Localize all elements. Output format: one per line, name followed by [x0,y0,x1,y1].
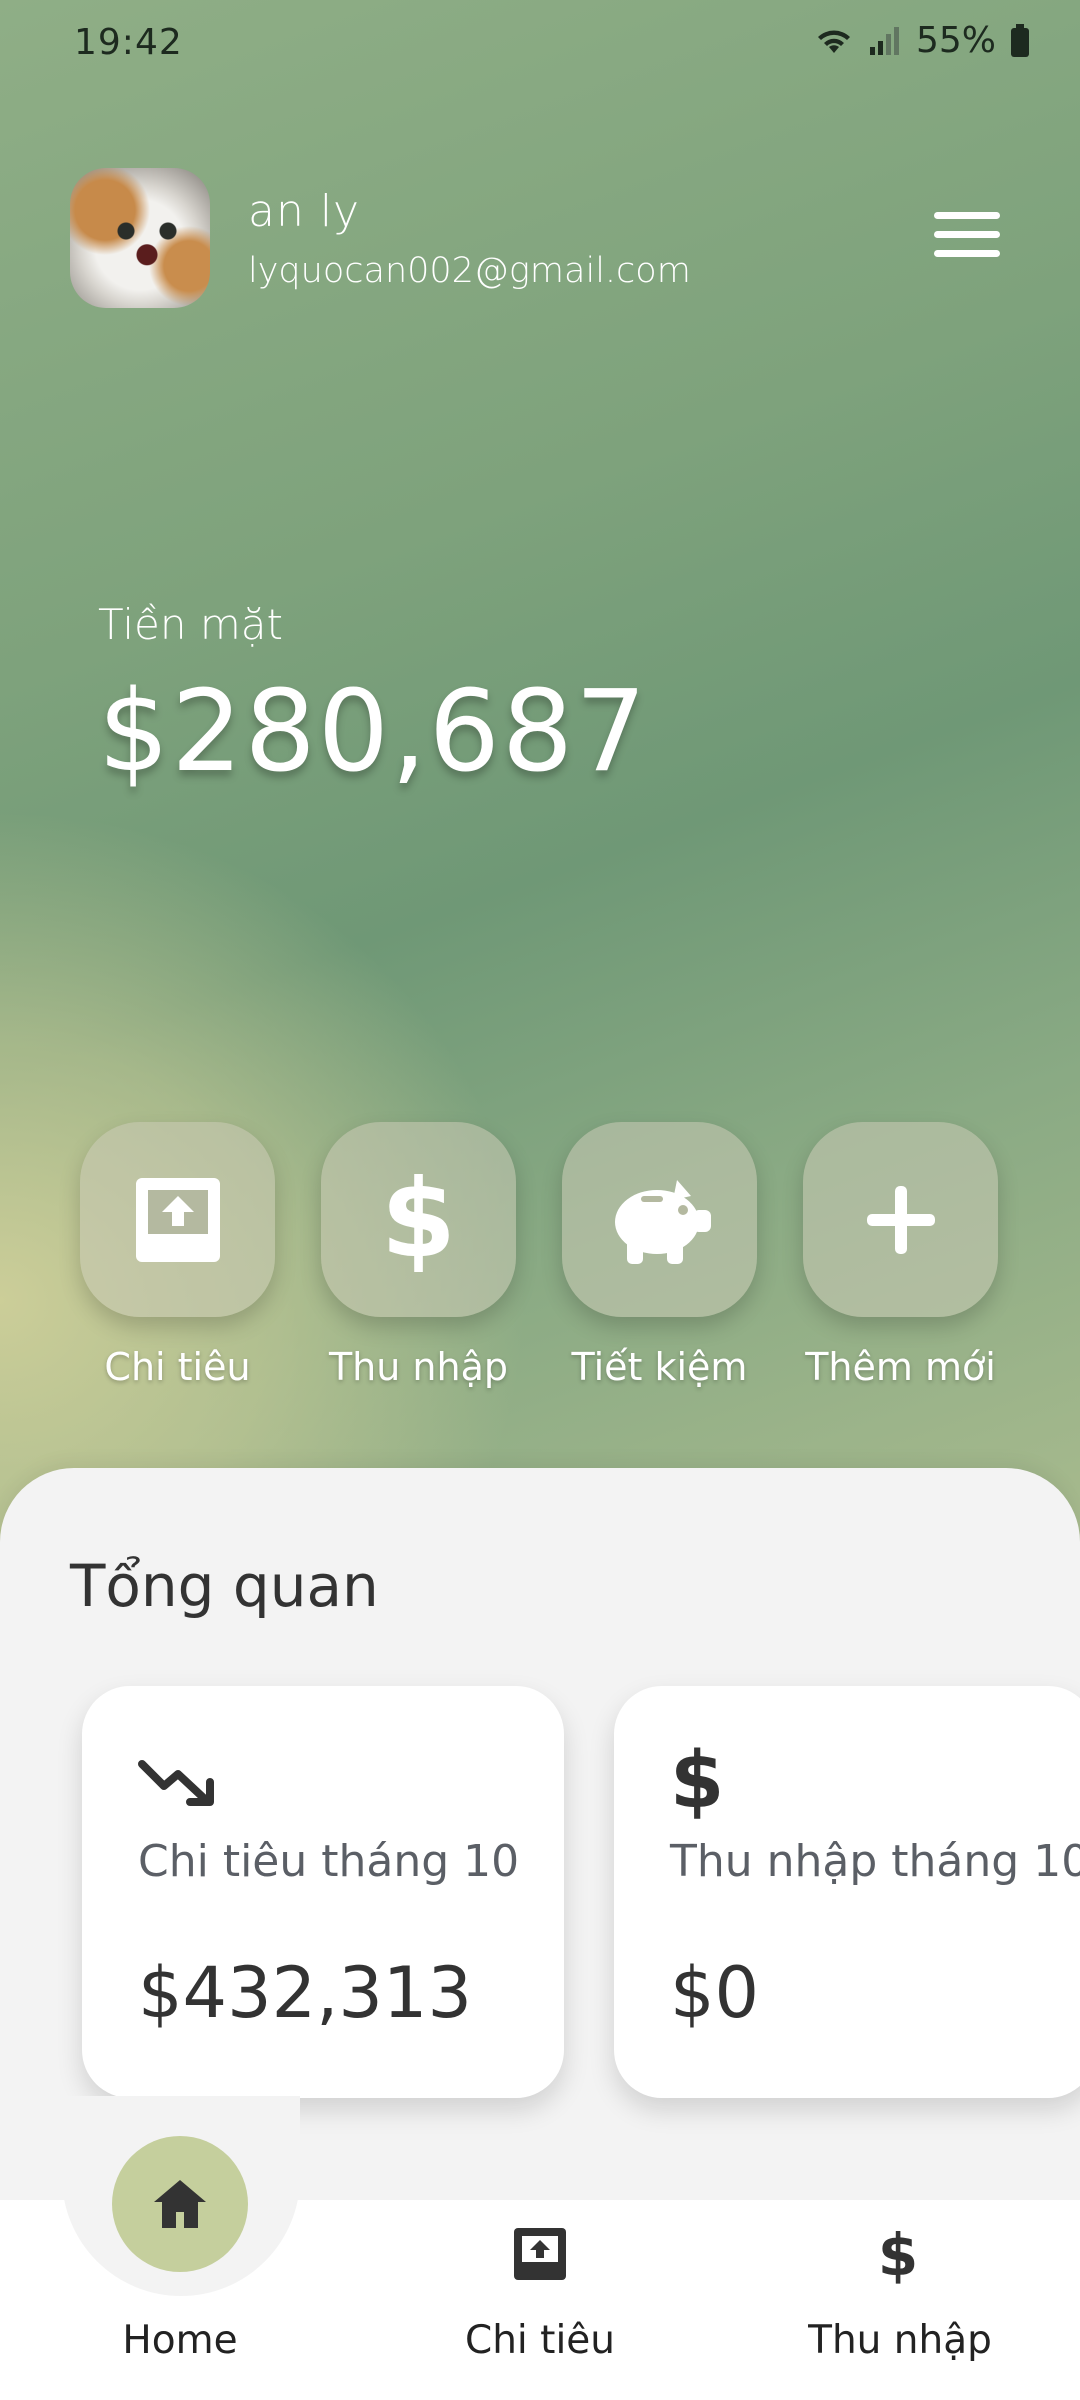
card-amount: $0 [670,1952,760,2034]
add-new-button[interactable] [803,1122,998,1317]
nav-income-button[interactable]: $ [868,2226,928,2286]
menu-icon[interactable] [934,212,1000,262]
nav-expense-button[interactable] [510,2226,570,2286]
battery-icon [1011,23,1029,57]
dollar-icon: $ [380,1156,457,1282]
user-info: an ly lyquocan002@gmail.com [248,186,691,291]
overview-title: Tổng quan [70,1552,379,1620]
action-label: Tiết kiệm [571,1345,748,1389]
action-add-new[interactable]: Thêm mới [803,1122,998,1389]
action-income[interactable]: $ Thu nhập [321,1122,516,1389]
user-profile[interactable]: an ly lyquocan002@gmail.com [70,168,691,308]
avatar[interactable] [70,168,210,308]
signal-icon [869,26,899,55]
wifi-icon [817,30,850,53]
nav-home-label[interactable]: Home [60,2318,300,2363]
status-icons: 55% [814,20,1030,61]
savings-button[interactable] [562,1122,757,1317]
expense-upload-icon [135,1177,220,1262]
balance-label: Tiền mặt [98,600,283,649]
dollar-icon: $ [670,1736,725,1826]
action-expense[interactable]: Chi tiêu [80,1122,275,1389]
card-amount: $432,313 [138,1952,473,2034]
expense-month-card[interactable]: Chi tiêu tháng 10 $432,313 [82,1686,564,2098]
user-email: lyquocan002@gmail.com [248,250,691,291]
income-button[interactable]: $ [321,1122,516,1317]
balance-section: Tiền mặt $280,687 [98,600,648,797]
card-title: Thu nhập tháng 10 [670,1836,1080,1887]
action-label: Thu nhập [328,1345,509,1389]
action-label: Thêm mới [805,1345,996,1389]
home-icon [154,2180,206,2228]
plus-icon [866,1185,935,1254]
nav-expense-label[interactable]: Chi tiêu [420,2318,660,2363]
nav-income-label[interactable]: Thu nhập [780,2318,1020,2363]
nav-home-button[interactable] [112,2136,248,2272]
trending-down-icon [138,1760,214,1806]
quick-actions: Chi tiêu $ Thu nhập Tiết kiệm Thêm mới [80,1122,998,1389]
expense-button[interactable] [80,1122,275,1317]
action-label: Chi tiêu [104,1345,251,1389]
income-month-card[interactable]: $ Thu nhập tháng 10 $0 [614,1686,1080,2098]
status-time: 19:42 [74,22,183,63]
action-savings[interactable]: Tiết kiệm [562,1122,757,1389]
dollar-icon: $ [877,2221,919,2289]
user-name: an ly [248,185,361,237]
card-title: Chi tiêu tháng 10 [138,1836,520,1887]
status-bar: 19:42 55% [0,0,1080,90]
piggy-bank-icon [614,1179,711,1264]
battery-percent: 55% [915,20,996,61]
balance-value: $280,687 [98,667,649,797]
expense-upload-icon [514,2228,566,2280]
